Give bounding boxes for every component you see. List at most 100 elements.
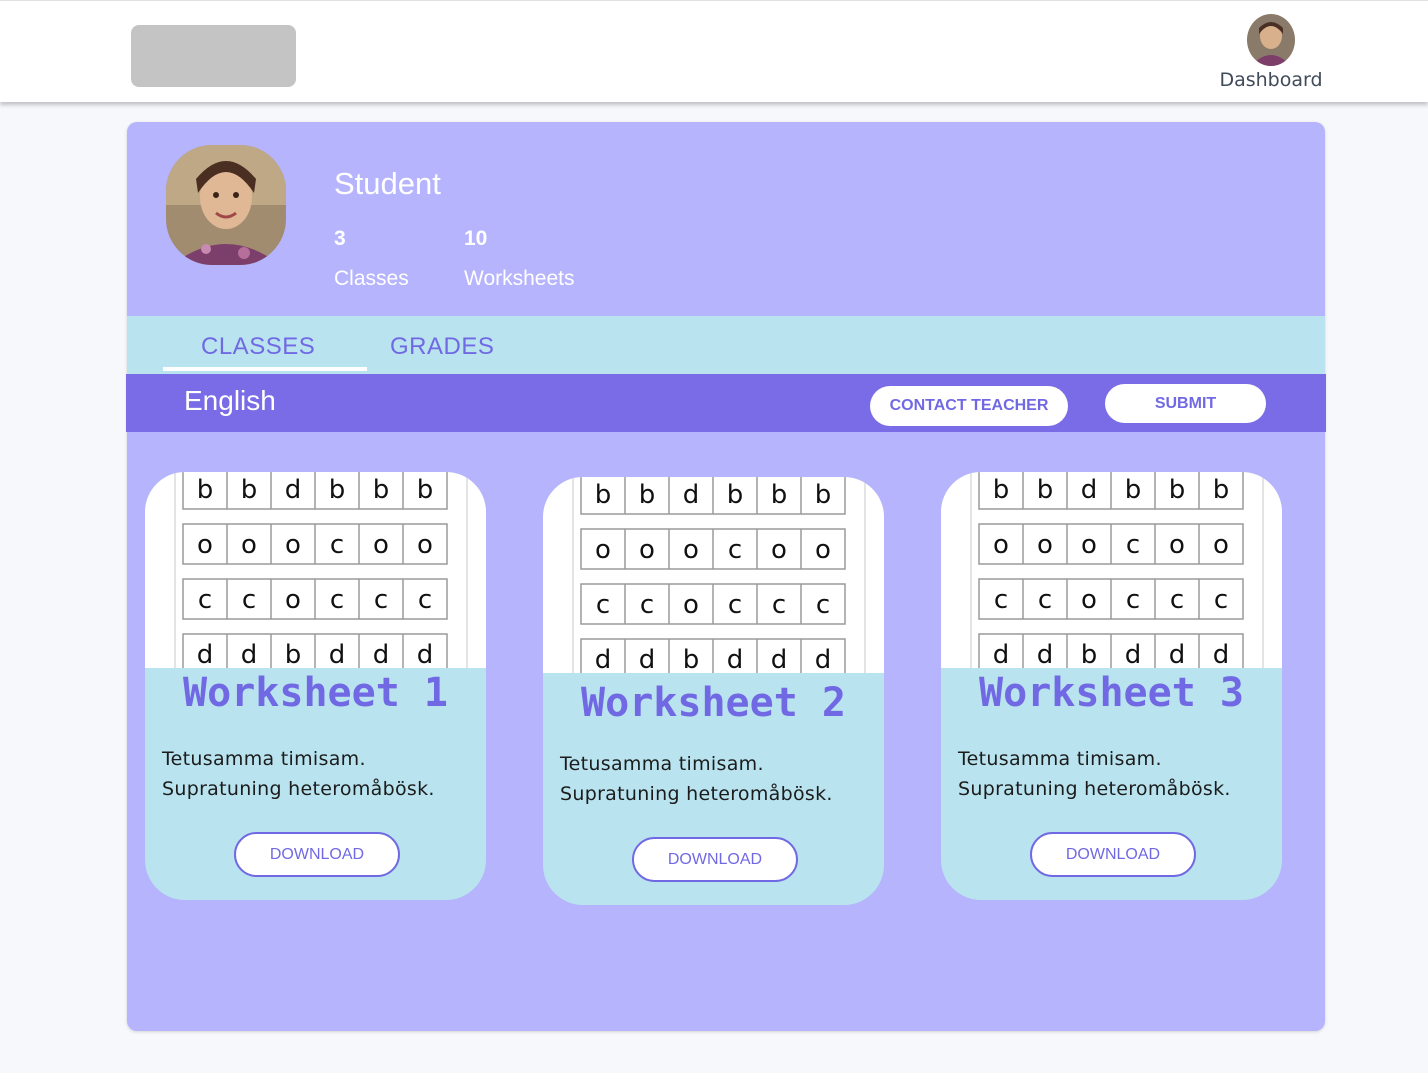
worksheet-description-line: Supratuning heteromåbösk.: [560, 783, 833, 805]
top-nav-bar: Dashboard: [0, 0, 1428, 102]
letter-grid: b b d b b bo o o c o oc c o c c cd d b d d d: [572, 477, 866, 673]
letter-cell: c: [772, 590, 786, 620]
letter-cell: d: [993, 640, 1010, 668]
letter-cell: o: [771, 535, 787, 565]
profile-name: Student: [334, 166, 441, 201]
letter-cell: o: [1081, 585, 1097, 615]
letter-cell: b: [1037, 475, 1054, 505]
letter-cell: d: [595, 645, 612, 673]
worksheet-card: bbdbbbooocooccocccddbddd Worksheet 2 Tet…: [543, 477, 884, 905]
letter-cell: c: [596, 590, 610, 620]
letter-cell: b: [815, 480, 832, 510]
worksheet-description-line: Tetusamma timisam.: [162, 748, 366, 770]
letter-cell: d: [815, 645, 832, 673]
letter-cell: c: [198, 585, 212, 615]
letter-cell: b: [727, 480, 744, 510]
letter-cell: d: [639, 645, 656, 673]
letter-cell: c: [1038, 585, 1052, 615]
letter-cell: d: [285, 475, 302, 505]
letter-cell: c: [816, 590, 830, 620]
letter-grid: b b d b b bo o o c o oc c o c c cd d b d d d: [174, 472, 468, 668]
letter-cell: d: [373, 640, 390, 668]
worksheet-description: Tetusamma timisam. Supratuning heteromåb…: [958, 744, 1258, 804]
letter-cell: o: [1037, 530, 1053, 560]
letter-cell: c: [640, 590, 654, 620]
contact-teacher-button[interactable]: CONTACT TEACHER: [870, 386, 1068, 426]
letter-cell: d: [1037, 640, 1054, 668]
letter-cell: b: [329, 475, 346, 505]
tab-grades[interactable]: GRADES: [390, 333, 494, 361]
class-name: English: [184, 385, 276, 416]
letter-cell: c: [1214, 585, 1228, 615]
letter-cell: b: [993, 475, 1010, 505]
letter-cell: c: [242, 585, 256, 615]
worksheet-description: Tetusamma timisam. Supratuning heteromåb…: [560, 749, 860, 809]
letter-cell: d: [1125, 640, 1142, 668]
letter-cell: d: [771, 645, 788, 673]
letter-cell: b: [373, 475, 390, 505]
letter-cell: b: [197, 475, 214, 505]
classes-label: Classes: [334, 267, 409, 290]
worksheet-description: Tetusamma timisam. Supratuning heteromåb…: [162, 744, 462, 804]
letter-cell: b: [1081, 640, 1098, 668]
letter-cell: d: [329, 640, 346, 668]
logo-placeholder[interactable]: [131, 25, 296, 87]
letter-cell: c: [1126, 585, 1140, 615]
letter-cell: o: [993, 530, 1009, 560]
tab-classes[interactable]: CLASSES: [201, 333, 315, 361]
download-button[interactable]: DOWNLOAD: [632, 837, 798, 882]
profile-photo: [166, 145, 286, 265]
submit-button[interactable]: SUBMIT: [1105, 384, 1266, 423]
letter-cell: o: [1081, 530, 1097, 560]
letter-cell: d: [241, 640, 258, 668]
worksheet-description-line: Tetusamma timisam.: [958, 748, 1162, 770]
dashboard-link[interactable]: Dashboard: [1200, 69, 1342, 91]
worksheet-card: bbdbbbooocooccocccddbddd Worksheet 1 Tet…: [145, 472, 486, 900]
letter-cell: d: [1213, 640, 1230, 668]
letter-cell: c: [728, 590, 742, 620]
letter-cell: o: [373, 530, 389, 560]
letter-cell: o: [1169, 530, 1185, 560]
letter-cell: d: [1081, 475, 1098, 505]
letter-cell: b: [771, 480, 788, 510]
avatar[interactable]: [1247, 14, 1295, 66]
letter-cell: d: [1169, 640, 1186, 668]
letter-cell: b: [1213, 475, 1230, 505]
worksheet-description-line: Tetusamma timisam.: [560, 753, 764, 775]
classes-count: 3: [334, 227, 346, 250]
worksheet-thumbnail: bbdbbbooocooccocccddbddd: [941, 472, 1282, 668]
letter-cell: b: [285, 640, 302, 668]
download-button[interactable]: DOWNLOAD: [234, 832, 400, 877]
letter-cell: c: [330, 530, 344, 560]
letter-cell: d: [417, 640, 434, 668]
letter-cell: o: [197, 530, 213, 560]
letter-cell: d: [727, 645, 744, 673]
worksheet-title: Worksheet 2: [581, 680, 846, 726]
letter-cell: c: [994, 585, 1008, 615]
worksheet-description-line: Supratuning heteromåbösk.: [162, 778, 435, 800]
letter-cell: d: [197, 640, 214, 668]
worksheet-thumbnail: bbdbbbooocooccocccddbddd: [543, 477, 884, 673]
letter-cell: o: [683, 535, 699, 565]
active-tab-indicator: [163, 367, 367, 371]
letter-grid: b b d b b bo o o c o oc c o c c cd d b d d d: [970, 472, 1264, 668]
download-button[interactable]: DOWNLOAD: [1030, 832, 1196, 877]
worksheet-thumbnail: bbdbbbooocooccocccddbddd: [145, 472, 486, 668]
letter-cell: d: [683, 480, 700, 510]
letter-cell: o: [1213, 530, 1229, 560]
letter-cell: c: [1170, 585, 1184, 615]
letter-cell: o: [285, 530, 301, 560]
worksheets-label: Worksheets: [464, 267, 575, 290]
worksheets-count: 10: [464, 227, 488, 250]
letter-cell: b: [417, 475, 434, 505]
letter-cell: c: [418, 585, 432, 615]
letter-cell: o: [417, 530, 433, 560]
worksheet-description-line: Supratuning heteromåbösk.: [958, 778, 1231, 800]
tab-bar: CLASSES GRADES: [127, 316, 1325, 374]
letter-cell: b: [1125, 475, 1142, 505]
letter-cell: o: [241, 530, 257, 560]
letter-cell: b: [241, 475, 258, 505]
letter-cell: c: [330, 585, 344, 615]
letter-cell: c: [1126, 530, 1140, 560]
letter-cell: o: [285, 585, 301, 615]
